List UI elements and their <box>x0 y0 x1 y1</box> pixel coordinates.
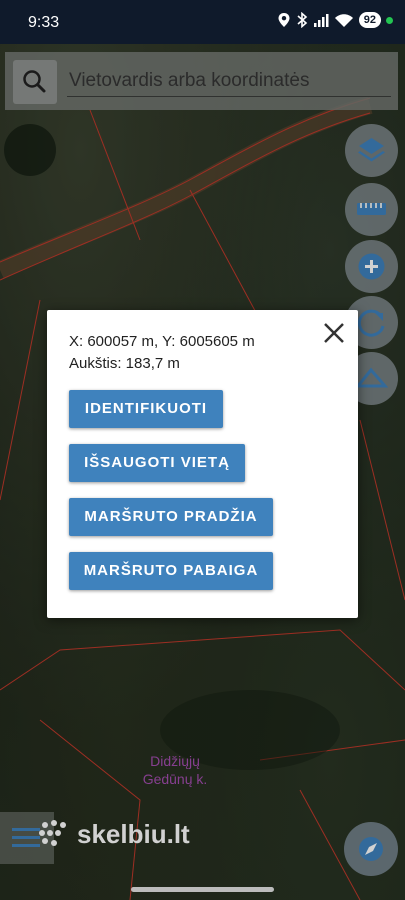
altitude-text: Aukštis: 183,7 m <box>69 355 180 372</box>
close-icon[interactable] <box>321 320 347 346</box>
bluetooth-icon <box>297 12 307 28</box>
location-icon <box>278 13 290 27</box>
route-start-button[interactable]: MARŠRUTO PRADŽIA <box>69 498 273 536</box>
coordinates-text: X: 600057 m, Y: 6005605 m <box>69 333 255 350</box>
location-dialog: X: 600057 m, Y: 6005605 m Aukštis: 183,7… <box>47 310 358 618</box>
status-icons: 92 <box>277 12 393 28</box>
battery-level: 92 <box>358 12 381 28</box>
identify-button[interactable]: IDENTIFIKUOTI <box>69 390 223 428</box>
status-dot <box>386 16 393 24</box>
status-time: 9:33 <box>28 14 60 31</box>
wifi-icon <box>334 14 353 27</box>
status-bar: 9:33 92 <box>0 0 405 44</box>
signal-icon <box>313 14 329 27</box>
route-end-button[interactable]: MARŠRUTO PABAIGA <box>69 552 273 590</box>
save-location-button[interactable]: IŠSAUGOTI VIETĄ <box>69 444 245 482</box>
